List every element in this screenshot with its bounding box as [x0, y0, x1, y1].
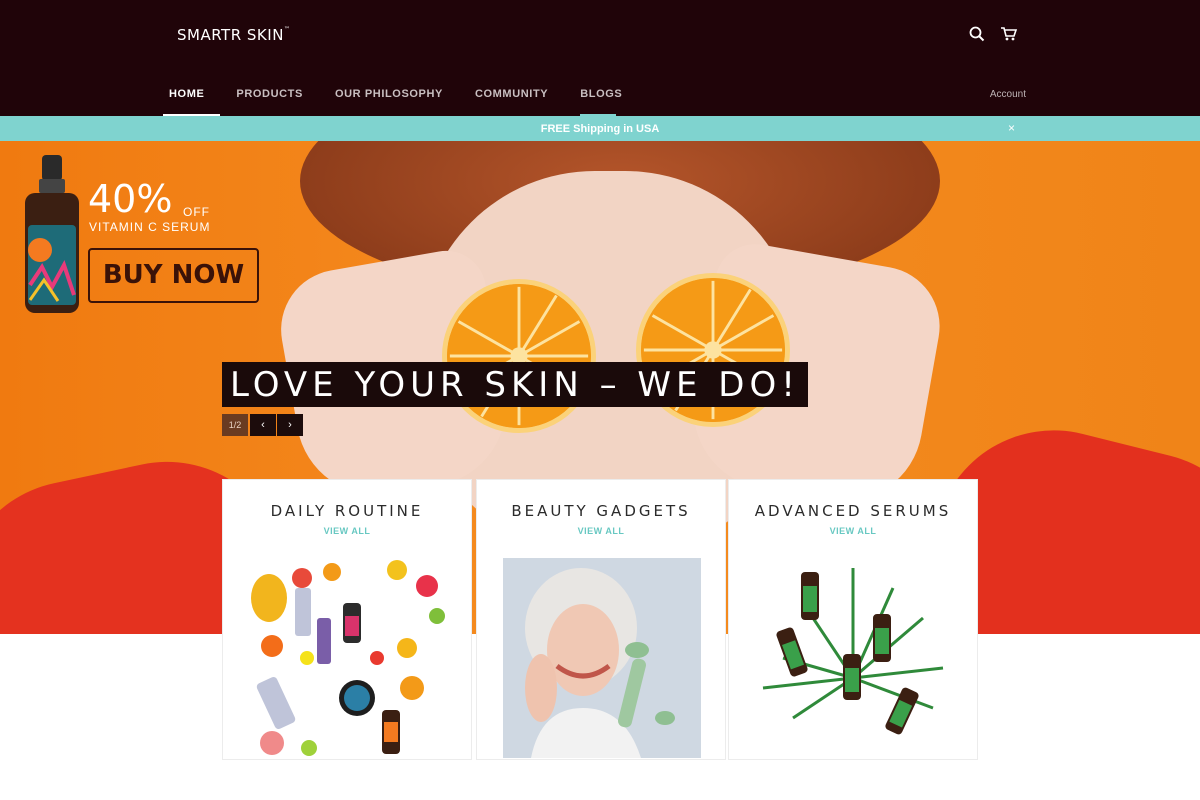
collection-card-daily-routine[interactable]: DAILY ROUTINE VIEW ALL [222, 479, 472, 760]
search-icon[interactable] [968, 25, 986, 43]
promo-off-label: OFF [183, 205, 210, 219]
cart-icon[interactable] [1000, 25, 1018, 43]
site-logo[interactable]: SMARTR SKIN™ [177, 26, 290, 44]
slide-counter: 1/2 [222, 414, 248, 436]
collection-title: BEAUTY GADGETS [511, 502, 691, 520]
slide-prev-button[interactable]: ‹ [250, 414, 276, 436]
collection-image-daily-routine [247, 558, 449, 758]
view-all-link[interactable]: VIEW ALL [729, 526, 977, 536]
main-nav: HOME PRODUCTS OUR PHILOSOPHY COMMUNITY B… [153, 74, 638, 116]
close-icon[interactable]: × [1008, 121, 1015, 135]
nav-home[interactable]: HOME [153, 74, 221, 116]
collection-card-beauty-gadgets[interactable]: BEAUTY GADGETS VIEW ALL [476, 479, 726, 760]
nav-our-philosophy[interactable]: OUR PHILOSOPHY [319, 74, 459, 116]
collection-image-beauty-gadgets [501, 558, 703, 758]
view-all-link[interactable]: VIEW ALL [223, 526, 471, 536]
collection-title: ADVANCED SERUMS [754, 502, 952, 520]
promo-percent: 40% [88, 177, 173, 221]
collection-image-advanced-serums [753, 558, 955, 758]
hero-tagline: LOVE YOUR SKIN – WE DO! [222, 362, 808, 407]
slide-next-button[interactable]: › [277, 414, 303, 436]
orange-slice-left [442, 279, 596, 433]
nav-community[interactable]: COMMUNITY [459, 74, 564, 116]
buy-now-button[interactable]: BUY NOW [88, 248, 259, 303]
nav-blogs[interactable]: BLOGS [564, 74, 638, 116]
collection-card-advanced-serums[interactable]: ADVANCED SERUMS VIEW ALL [728, 479, 978, 760]
site-header: SMARTR SKIN™ HOME PRODUCTS OUR PHILOSOPH… [0, 0, 1200, 116]
collection-title: DAILY ROUTINE [270, 502, 424, 520]
announcement-bar: FREE Shipping in USA × [0, 116, 1200, 141]
view-all-link[interactable]: VIEW ALL [477, 526, 725, 536]
serum-bottle-image [22, 155, 82, 315]
nav-products[interactable]: PRODUCTS [220, 74, 319, 116]
account-link[interactable]: Account [990, 89, 1026, 100]
announcement-text: FREE Shipping in USA [540, 123, 660, 135]
promo-product-name: VITAMIN C SERUM [89, 220, 211, 234]
